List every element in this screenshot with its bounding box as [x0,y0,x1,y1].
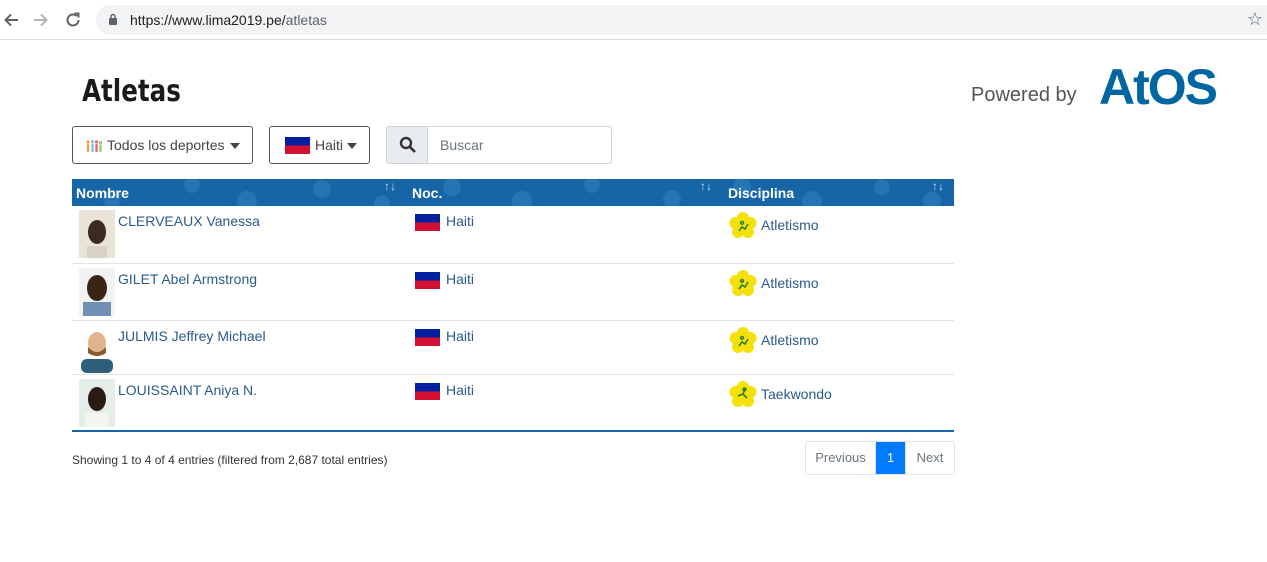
browser-toolbar: https://www.lima2019.pe/atletas ☆ [0,0,1267,40]
powered-by-text: Powered by [971,84,1077,106]
noc-link[interactable]: Haiti [446,213,474,229]
sort-icon[interactable]: ↑↓ [932,179,944,193]
address-bar[interactable]: https://www.lima2019.pe/atletas ☆ [96,5,1267,35]
svg-text:AtOS: AtOS [1099,60,1217,110]
athlete-photo [79,268,115,316]
sort-icon[interactable]: ↑↓ [384,179,396,193]
table-info: Showing 1 to 4 of 4 entries (filtered fr… [72,453,388,467]
atos-logo: AtOS [1099,60,1219,110]
table-row: GILET Abel Armstrong Haiti Atletismo [72,264,954,321]
chevron-down-icon [347,143,357,149]
search-group [386,126,612,164]
sort-icon[interactable]: ↑↓ [700,179,712,193]
column-header-name[interactable]: Nombre [76,185,129,201]
athlete-name-link[interactable]: GILET Abel Armstrong [118,271,257,287]
athlete-name-link[interactable]: CLERVEAUX Vanessa [118,213,260,229]
discipline-link[interactable]: Atletismo [761,217,819,233]
chevron-down-icon [230,143,240,149]
reload-icon [66,12,80,27]
table-header: Nombre ↑↓ Noc. ↑↓ Disciplina ↑↓ [72,179,954,206]
back-button[interactable] [0,9,22,31]
sport-filter-label: Todos los deportes [107,137,225,153]
lock-icon [109,13,117,25]
country-filter-label: Haiti [315,137,344,153]
athlete-photo [79,379,115,427]
table-row: LOUISSAINT Aniya N. Haiti Taekwondo [72,375,954,432]
discipline-link[interactable]: Taekwondo [761,386,832,402]
athlete-name-link[interactable]: JULMIS Jeffrey Michael [118,328,266,344]
sport-filter-dropdown[interactable]: Todos los deportes [72,126,253,164]
athlete-photo [79,325,115,373]
haiti-flag-icon [285,137,310,154]
table-row: CLERVEAUX Vanessa Haiti Atletismo [72,206,954,264]
discipline-flower-icon [729,327,757,353]
discipline-link[interactable]: Atletismo [761,332,819,348]
noc-link[interactable]: Haiti [446,271,474,287]
reload-button[interactable] [62,9,84,31]
noc-link[interactable]: Haiti [446,328,474,344]
star-icon[interactable]: ☆ [1247,9,1263,30]
pagination: Previous 1 Next [805,441,955,475]
column-header-discipline[interactable]: Disciplina [728,185,794,201]
table-row: JULMIS Jeffrey Michael Haiti Atletismo [72,321,954,375]
url-host: https://www.lima2019.pe/ [130,12,286,28]
athlete-name-link[interactable]: LOUISSAINT Aniya N. [118,382,257,398]
haiti-flag-icon [415,214,440,231]
previous-page-button[interactable]: Previous [806,442,876,474]
discipline-link[interactable]: Atletismo [761,275,819,291]
haiti-flag-icon [415,272,440,289]
haiti-flag-icon [415,329,440,346]
arrow-left-icon [4,13,18,27]
arrow-right-icon [34,13,48,27]
forward-button[interactable] [30,9,52,31]
column-header-noc[interactable]: Noc. [412,185,442,201]
noc-link[interactable]: Haiti [446,382,474,398]
page-1-button[interactable]: 1 [876,442,906,474]
url-text: https://www.lima2019.pe/atletas [130,12,327,28]
page-title: Atletas [82,74,181,109]
search-addon[interactable] [387,127,428,163]
athletes-table: Nombre ↑↓ Noc. ↑↓ Disciplina ↑↓ CLERVEAU… [72,179,954,432]
search-input[interactable] [429,127,611,163]
discipline-flower-icon [729,212,757,238]
next-page-button[interactable]: Next [906,442,954,474]
athlete-photo [79,210,115,258]
url-path: atletas [285,12,327,28]
discipline-flower-icon [729,270,757,296]
haiti-flag-icon [415,383,440,400]
search-icon [399,136,416,153]
discipline-flower-icon [729,381,757,407]
header-pattern [103,179,941,206]
sports-people-icon [86,139,103,152]
country-filter-dropdown[interactable]: Haiti [269,126,370,164]
